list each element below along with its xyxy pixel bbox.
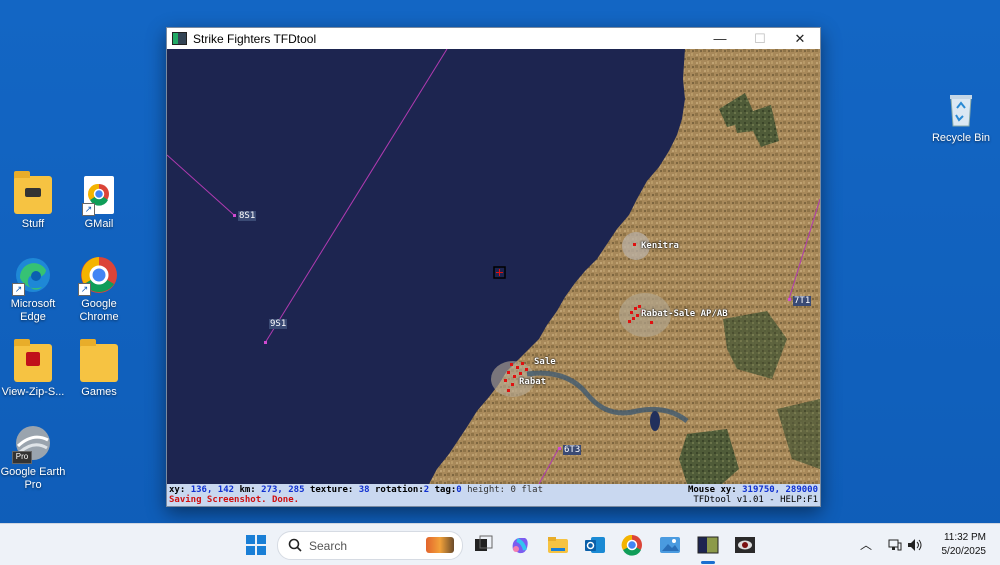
desktop-icon-label: Microsoft Edge — [10, 298, 56, 323]
place-label-sale: Sale — [534, 357, 556, 367]
window-title: Strike Fighters TFDtool — [193, 31, 317, 46]
desktop-icon-recycle-bin[interactable]: Recycle Bin — [926, 90, 996, 145]
copilot-icon[interactable] — [509, 534, 531, 556]
outlook-icon[interactable] — [584, 534, 606, 556]
lake — [650, 411, 660, 431]
texture-value: 38 — [358, 485, 370, 495]
chrome-shortcut-icon: ↗ — [82, 176, 114, 216]
taskbar: Search ︿ 11:32 PM 5/20/2025 — [0, 523, 1000, 565]
app-window: Strike Fighters TFDtool — ☐ ✕ 8S1 9S1 7T… — [166, 27, 821, 507]
place-label-kenitra: Kenitra — [641, 241, 679, 251]
search-icon — [288, 538, 302, 552]
network-icon[interactable] — [888, 538, 902, 552]
place-label-rabat: Rabat — [519, 377, 547, 387]
grid-line — [264, 49, 448, 344]
folder-icon — [14, 339, 52, 382]
chrome-icon[interactable] — [621, 534, 643, 556]
desktop-icon-view-zip[interactable]: View-Zip-S... — [0, 339, 68, 399]
edge-icon: ↗ — [12, 256, 52, 296]
maximize-button[interactable]: ☐ — [740, 31, 780, 47]
mouse-readout: Mouse xy: 319750, 289000 — [687, 485, 818, 495]
rotation-value: 2 — [423, 485, 430, 495]
folder-icon — [14, 171, 52, 214]
start-icon[interactable] — [245, 534, 267, 556]
version-label: TFDtool v1.01 - HELP:F1 — [693, 495, 818, 505]
desktop-icon-gmail[interactable]: ↗ GMail — [64, 176, 134, 231]
minimize-button[interactable]: — — [700, 31, 740, 46]
chrome-icon: ↗ — [78, 256, 118, 296]
tag-value: 0 — [456, 485, 462, 495]
terrain-canvas — [167, 49, 820, 484]
desktop-icon-label: Recycle Bin — [931, 132, 991, 144]
desktop-icon-label: Google Earth Pro — [0, 466, 66, 491]
clock-time[interactable]: 11:32 PM — [936, 532, 986, 543]
task-view-icon[interactable] — [472, 534, 494, 556]
place-label-rabat-sale-airport: Rabat-Sale AP/AB — [641, 309, 728, 319]
title-bar[interactable]: Strike Fighters TFDtool — ☐ ✕ — [167, 28, 820, 49]
status-message: Saving Screenshot. Done. — [169, 495, 300, 505]
grid-label-7t1: 7T1 — [793, 296, 812, 306]
desktop-icon-label: GMail — [84, 218, 114, 230]
status-readout: xy: 136, 142 km: 273, 285 texture: 38 ro… — [169, 485, 544, 495]
file-explorer-icon[interactable] — [547, 534, 569, 556]
grid-label-6t3: 6T3 — [563, 445, 582, 455]
height-value: 0 flat — [510, 485, 544, 495]
desktop-icon-label: Games — [81, 386, 117, 398]
search-placeholder: Search — [309, 539, 348, 553]
mouse-value: 319750, 289000 — [742, 485, 818, 495]
recycle-bin-icon — [942, 90, 980, 128]
search-highlight-icon — [426, 537, 454, 553]
status-bar: xy: 136, 142 km: 273, 285 texture: 38 ro… — [167, 484, 820, 506]
folder-icon — [80, 339, 118, 382]
km-value: 273, 285 — [261, 485, 305, 495]
clock-date[interactable]: 5/20/2025 — [930, 546, 987, 557]
google-earth-icon: Pro — [12, 424, 52, 464]
desktop-icon-games[interactable]: Games — [64, 339, 134, 399]
close-button[interactable]: ✕ — [780, 31, 820, 47]
grid-line — [167, 154, 235, 216]
tfdtool-icon[interactable] — [697, 534, 719, 556]
desktop-icon-edge[interactable]: ↗ Microsoft Edge — [0, 256, 68, 324]
desktop-icon-label: Google Chrome — [79, 298, 119, 323]
xy-value: 136, 142 — [190, 485, 235, 495]
grid-label-8s1: 8S1 — [238, 211, 257, 221]
desktop-icon-label: Stuff — [21, 218, 45, 230]
search-box[interactable]: Search — [277, 531, 463, 560]
desktop-icon-chrome[interactable]: ↗ Google Chrome — [64, 256, 134, 324]
volume-icon[interactable] — [907, 538, 923, 552]
eye-app-icon[interactable] — [734, 534, 756, 556]
desktop-icon-stuff[interactable]: Stuff — [0, 171, 68, 231]
terrain-map[interactable]: 8S1 9S1 7T1 6T3 Kenitra Rabat-Sale AP/AB… — [167, 49, 820, 484]
chevron-up-icon[interactable]: ︿ — [860, 536, 872, 553]
photos-icon[interactable] — [659, 534, 681, 556]
tfdtool-icon — [172, 32, 187, 45]
grid-label-9s1: 9S1 — [269, 319, 288, 329]
desktop-icon-label: View-Zip-S... — [1, 386, 65, 398]
desktop-icon-google-earth[interactable]: Pro Google Earth Pro — [0, 424, 68, 492]
